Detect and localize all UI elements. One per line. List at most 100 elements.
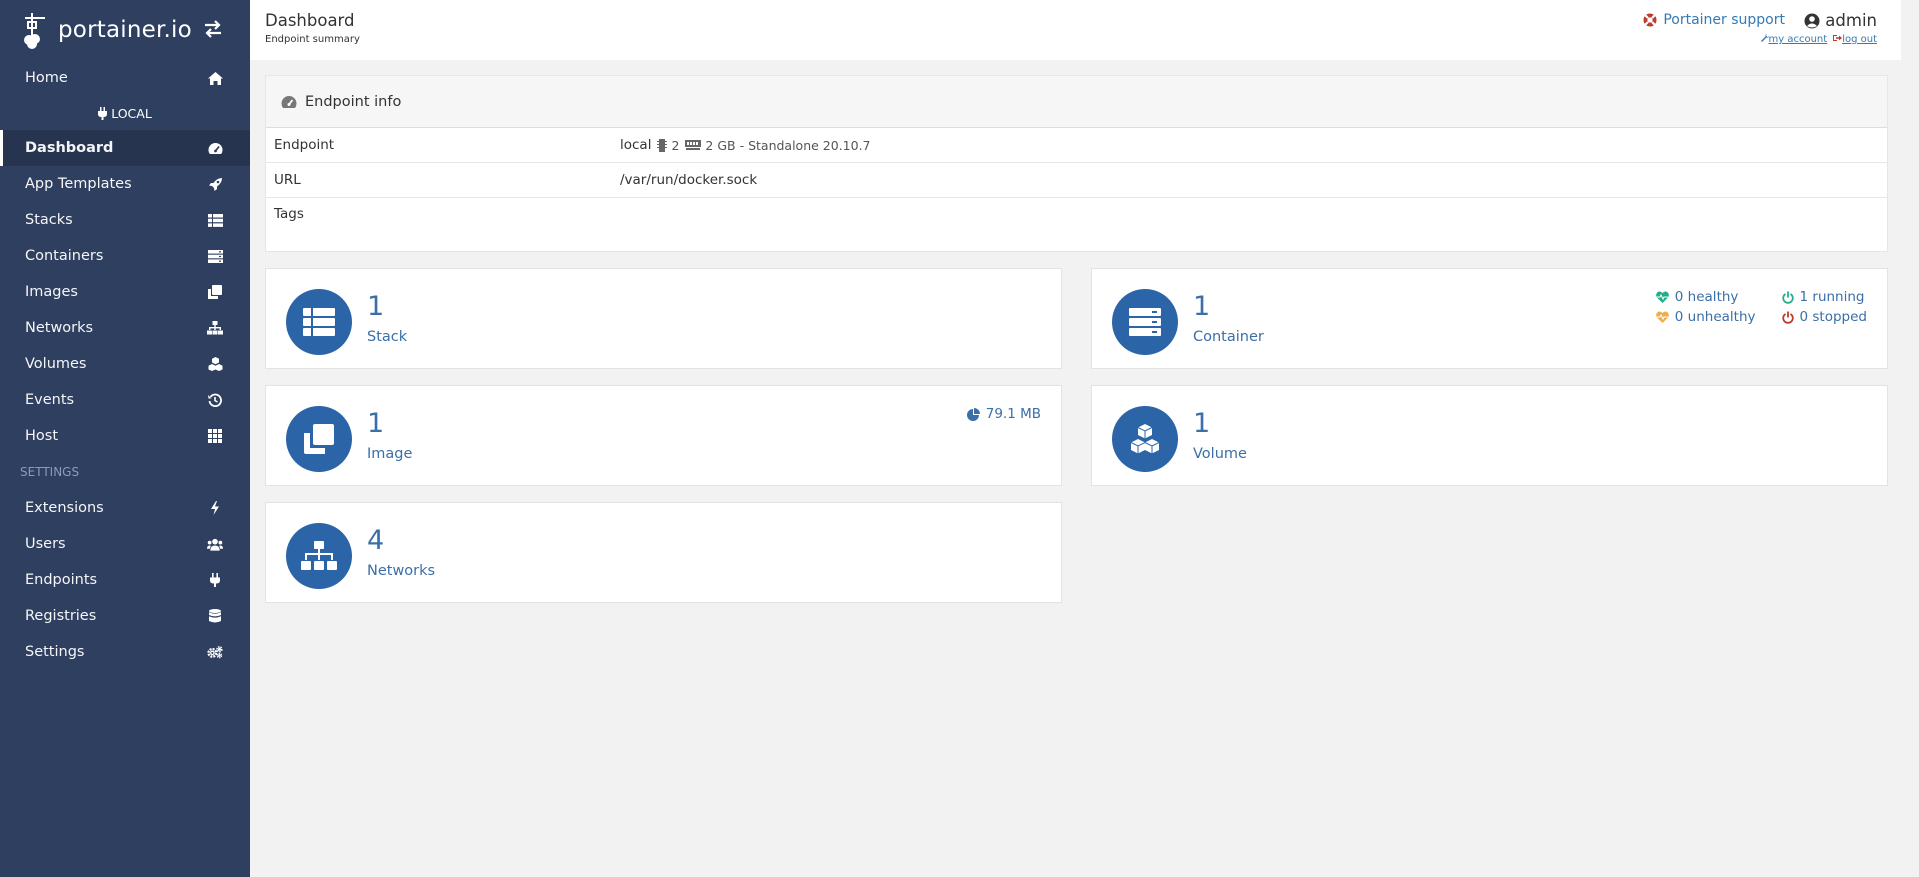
table-row: Endpoint local 2 2 GB - Standalone 20.10…: [266, 128, 1887, 163]
portainer-support-link[interactable]: Portainer support: [1643, 12, 1785, 28]
th-icon: [207, 428, 223, 444]
stopped-label: 0 stopped: [1799, 309, 1867, 325]
cpu-info: 2: [657, 138, 679, 153]
endpoint-key: Endpoint: [274, 137, 335, 153]
networks-card[interactable]: 4 Networks: [265, 502, 1062, 603]
sidebar-item-extensions[interactable]: Extensions: [0, 490, 250, 526]
cpu-count: 2: [671, 137, 680, 153]
stacks-card-icon-circle: [286, 289, 352, 355]
endpoint-name: LOCAL: [0, 96, 250, 130]
sidebar-item-stacks[interactable]: Stacks: [0, 202, 250, 238]
endpoint-value: local 2 2 GB - Standalone 20.10.7: [620, 137, 871, 153]
sidebar-item-events[interactable]: Events: [0, 382, 250, 418]
server-icon: [1129, 308, 1161, 336]
sidebar-item-app-templates[interactable]: App Templates: [0, 166, 250, 202]
stacks-card[interactable]: 1 Stack: [265, 268, 1062, 369]
healthy-status: 0 healthy: [1655, 289, 1756, 305]
sidebar-item-label: Extensions: [25, 500, 104, 516]
memory-icon: [685, 140, 702, 150]
history-icon: [207, 392, 223, 408]
sidebar-item-dashboard[interactable]: Dashboard: [0, 130, 250, 166]
images-label: Image: [367, 446, 413, 462]
brand: portainer.io: [0, 0, 250, 60]
sidebar-item-label: App Templates: [25, 176, 132, 192]
sidebar-item-label: Host: [25, 428, 59, 444]
sidebar-item-host[interactable]: Host: [0, 418, 250, 454]
exchange-icon[interactable]: [202, 20, 224, 38]
memory-info: 2 GB - Standalone 20.10.7: [685, 137, 871, 153]
page-header: Dashboard Endpoint summary Portainer sup…: [250, 0, 1901, 60]
containers-card-icon-circle: [1112, 289, 1178, 355]
volumes-card[interactable]: 1 Volume: [1091, 385, 1888, 486]
table-row: Tags: [266, 198, 1887, 251]
container-status-summary: 0 healthy 1 running 0 unhealthy 0 stoppe…: [1655, 289, 1867, 325]
images-size-label: 79.1 MB: [985, 406, 1041, 422]
portainer-logo-icon[interactable]: [22, 9, 56, 51]
tachometer-icon: [207, 140, 223, 156]
power-off-icon: [1781, 291, 1794, 304]
unhealthy-status: 0 unhealthy: [1655, 309, 1756, 325]
cogs-icon: [207, 644, 223, 660]
sidebar-item-volumes[interactable]: Volumes: [0, 346, 250, 382]
images-count: 1: [367, 408, 385, 439]
table-row: URL /var/run/docker.sock: [266, 163, 1887, 198]
sidebar-item-endpoints[interactable]: Endpoints: [0, 562, 250, 598]
running-label: 1 running: [1799, 289, 1865, 305]
volumes-label: Volume: [1193, 446, 1247, 462]
networks-count: 4: [367, 525, 385, 556]
page-subtitle: Endpoint summary: [265, 34, 360, 45]
heartbeat-icon: [1655, 311, 1669, 323]
endpoint-name-label: LOCAL: [111, 105, 152, 121]
microchip-icon: [657, 138, 668, 152]
my-account-label: my account: [1768, 34, 1828, 45]
networks-card-icon-circle: [286, 523, 352, 589]
my-account-link[interactable]: my account: [1760, 34, 1828, 45]
healthy-label: 0 healthy: [1674, 289, 1739, 305]
log-out-label: log out: [1842, 34, 1877, 45]
sidebar-item-users[interactable]: Users: [0, 526, 250, 562]
url-key: URL: [274, 172, 301, 188]
user-circle-icon: [1804, 13, 1820, 28]
settings-section-title: SETTINGS: [20, 465, 80, 479]
url-value: /var/run/docker.sock: [620, 172, 758, 188]
cubes-icon: [207, 356, 223, 372]
volumes-card-icon-circle: [1112, 406, 1178, 472]
sidebar-item-home[interactable]: Home: [0, 60, 250, 96]
sidebar-item-images[interactable]: Images: [0, 274, 250, 310]
sidebar-item-settings[interactable]: Settings: [0, 634, 250, 670]
stacks-label: Stack: [367, 329, 408, 345]
life-ring-icon: [1643, 13, 1657, 27]
endpoint-info-title: Endpoint info: [305, 93, 402, 110]
containers-count: 1: [1193, 291, 1211, 322]
sidebar-item-label: Images: [25, 284, 78, 300]
running-status: 1 running: [1781, 289, 1867, 305]
username: admin: [1825, 11, 1877, 30]
home-icon: [207, 70, 223, 86]
log-out-link[interactable]: log out: [1833, 34, 1877, 45]
sidebar-item-registries[interactable]: Registries: [0, 598, 250, 634]
sidebar-item-label: Users: [25, 536, 66, 552]
user-menu: admin: [1804, 11, 1877, 30]
sign-out-icon: [1833, 35, 1843, 41]
endpoint-name-value: local: [620, 137, 652, 153]
rocket-icon: [207, 176, 223, 192]
memory-detail: 2 GB - Standalone 20.10.7: [705, 137, 871, 153]
plug-icon: [207, 572, 223, 588]
endpoint-info-panel: Endpoint info Endpoint local 2 2 GB - St…: [265, 75, 1888, 252]
bolt-icon: [207, 500, 223, 516]
database-icon: [207, 608, 223, 624]
sidebar-item-networks[interactable]: Networks: [0, 310, 250, 346]
unhealthy-label: 0 unhealthy: [1674, 309, 1756, 325]
th-list-icon: [303, 308, 335, 336]
sidebar-item-label: Registries: [25, 608, 97, 624]
stacks-count: 1: [367, 291, 385, 322]
tachometer-icon: [281, 95, 297, 108]
sidebar-item-containers[interactable]: Containers: [0, 238, 250, 274]
networks-label: Networks: [367, 563, 436, 579]
images-card-icon-circle: [286, 406, 352, 472]
power-off-icon: [1781, 311, 1794, 324]
plug-icon: [98, 106, 108, 120]
images-card[interactable]: 1 Image 79.1 MB: [265, 385, 1062, 486]
containers-card[interactable]: 1 Container 0 healthy 1 running 0 unheal…: [1091, 268, 1888, 369]
pie-chart-icon: [966, 407, 980, 421]
